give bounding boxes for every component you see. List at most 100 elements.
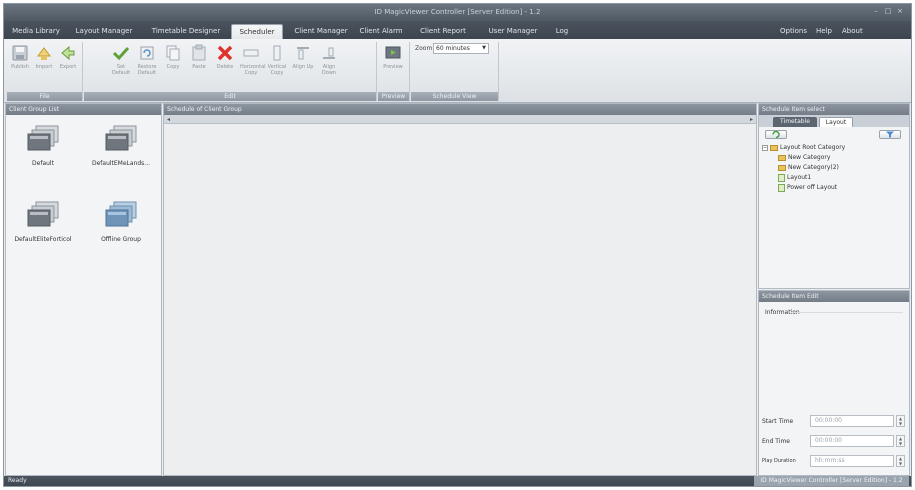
offline-group-icon — [105, 201, 137, 227]
tab-user-manager[interactable]: User Manager — [482, 24, 544, 39]
window-controls: – □ × — [871, 7, 905, 16]
ribbon-group-file: Publish Import Export File — [7, 42, 83, 101]
client-group-list-header: Client Group List — [6, 104, 161, 115]
tab-layout-manager[interactable]: Layout Manager — [70, 24, 138, 39]
close-icon[interactable]: × — [895, 7, 905, 16]
start-time-field[interactable]: 00:00:00 — [810, 415, 894, 427]
client-group-offline[interactable]: Offline Group — [88, 200, 154, 243]
client-group-default[interactable]: Default — [10, 124, 76, 167]
tree-node-layout1[interactable]: Layout1 — [762, 173, 906, 183]
export-button[interactable]: Export — [57, 44, 79, 88]
tree-node-label: New Category — [788, 154, 831, 161]
chevron-down-icon: ▼ — [482, 45, 486, 51]
client-group-icon — [105, 125, 137, 151]
delete-button[interactable]: Delete — [214, 44, 236, 88]
tab-media-library[interactable]: Media Library — [10, 24, 62, 39]
tab-layout[interactable]: Layout — [819, 117, 853, 127]
help-menu[interactable]: Help — [816, 24, 832, 39]
tree-node-label: New Category(2) — [788, 164, 839, 171]
ribbon-group-label-file: File — [7, 92, 82, 101]
tab-timetable[interactable]: Timetable — [773, 117, 817, 127]
zoom-value: 60 minutes — [436, 45, 470, 52]
paste-button[interactable]: Paste — [188, 44, 210, 88]
zoom-select[interactable]: 60 minutes ▼ — [433, 43, 489, 54]
tree-node-new-category[interactable]: New Category — [762, 153, 906, 163]
status-app-name: ID MagicViewer Controller [Server Editio… — [754, 476, 909, 486]
end-time-spinner[interactable]: ▲ ▼ — [896, 435, 905, 447]
copy-button[interactable]: Copy — [162, 44, 184, 88]
horizontal-copy-icon — [243, 49, 259, 57]
filter-button[interactable] — [879, 130, 901, 139]
client-group-default-emelands[interactable]: DefaultEMeLands... — [88, 124, 154, 167]
tree-node-new-category-2[interactable]: New Category(2) — [762, 163, 906, 173]
start-time-row: Start Time 00:00:00 ▲ ▼ — [762, 415, 908, 428]
refresh-icon — [772, 130, 780, 139]
client-group-icon — [27, 201, 59, 227]
align-down-button[interactable]: Align Down — [318, 44, 340, 88]
status-text: Ready — [8, 477, 27, 484]
status-bar: Ready ID MagicViewer Controller [Server … — [4, 476, 911, 486]
align-up-icon — [297, 47, 309, 60]
window-title: ID MagicViewer Controller [Server Editio… — [374, 8, 541, 16]
client-group-icon — [27, 125, 59, 151]
tab-client-manager[interactable]: Client Manager — [291, 24, 351, 39]
tab-timetable-designer[interactable]: Timetable Designer — [146, 24, 226, 39]
tree-node-power-off-layout[interactable]: Power off Layout — [762, 183, 906, 193]
end-time-field[interactable]: 00:00:00 — [810, 435, 894, 447]
about-menu[interactable]: About — [842, 24, 863, 39]
tab-scheduler[interactable]: Scheduler — [231, 24, 283, 39]
tree-node-label: Layout1 — [787, 174, 812, 181]
folder-icon — [778, 154, 786, 161]
minimize-icon[interactable]: – — [871, 7, 881, 16]
options-menu[interactable]: Options — [780, 24, 807, 39]
tree-node-root-label: Layout Root Category — [780, 144, 846, 151]
start-time-spinner[interactable]: ▲ ▼ — [896, 415, 905, 427]
title-bar: ID MagicViewer Controller [Server Editio… — [4, 4, 911, 21]
import-icon — [37, 47, 51, 60]
schedule-item-edit-panel: Schedule Item Edit Information Start Tim… — [758, 290, 910, 476]
set-default-button[interactable]: Set Default — [110, 44, 132, 88]
tree-node-label: Power off Layout — [787, 184, 838, 191]
vertical-copy-icon — [273, 45, 281, 61]
ribbon-group-preview: Preview Preview — [378, 42, 410, 101]
vertical-copy-button[interactable]: Vertical Copy — [266, 44, 288, 88]
publish-button[interactable]: Publish — [9, 44, 31, 88]
end-time-row: End Time 00:00:00 ▲ ▼ — [762, 435, 908, 448]
folder-icon — [778, 164, 786, 171]
tab-client-report[interactable]: Client Report — [414, 24, 472, 39]
import-button[interactable]: Import — [33, 44, 55, 88]
preview-icon — [385, 46, 401, 59]
ribbon-group-schedule-view: Zoom 60 minutes ▼ Schedule View — [411, 42, 499, 101]
schedule-header: Schedule of Client Group — [164, 104, 756, 115]
tab-log[interactable]: Log — [552, 24, 572, 39]
publish-icon — [12, 45, 28, 61]
align-up-button[interactable]: Align Up — [292, 44, 314, 88]
delete-icon — [217, 45, 233, 61]
refresh-button[interactable] — [765, 130, 787, 139]
maximize-icon[interactable]: □ — [883, 7, 893, 16]
folder-icon — [770, 144, 778, 151]
tab-client-alarm[interactable]: Client Alarm — [356, 24, 406, 39]
collapse-icon[interactable]: − — [762, 144, 768, 151]
schedule-panel: Schedule of Client Group ◂ ▸ — [163, 103, 757, 476]
preview-button[interactable]: Preview — [382, 44, 404, 88]
play-duration-field[interactable]: hh:mm:ss — [810, 455, 894, 467]
tree-node-root[interactable]: − Layout Root Category — [762, 143, 906, 153]
ribbon-group-edit: Set Default Restore Default Copy Paste D… — [84, 42, 377, 101]
play-duration-spinner[interactable]: ▲ ▼ — [896, 455, 905, 467]
restore-default-button[interactable]: Restore Default — [136, 44, 158, 88]
app-window: ID MagicViewer Controller [Server Editio… — [3, 3, 912, 487]
item-select-tabs: Timetable Layout — [759, 115, 909, 127]
scroll-right-icon[interactable]: ▸ — [750, 115, 753, 124]
copy-icon — [166, 45, 180, 61]
layout-icon — [778, 183, 785, 192]
schedule-scroll-bar[interactable]: ◂ ▸ — [164, 115, 756, 124]
play-duration-row: Play Duration hh:mm:ss ▲ ▼ — [762, 455, 908, 468]
scroll-left-icon[interactable]: ◂ — [167, 115, 170, 124]
schedule-item-select-header: Schedule Item select — [759, 104, 909, 115]
horizontal-copy-button[interactable]: Horizontal Copy — [240, 44, 266, 88]
information-divider — [791, 312, 903, 313]
start-time-label: Start Time — [762, 418, 794, 425]
client-group-default-elite-forticol[interactable]: DefaultEliteForticol — [10, 200, 76, 243]
checkmark-icon — [112, 46, 130, 61]
